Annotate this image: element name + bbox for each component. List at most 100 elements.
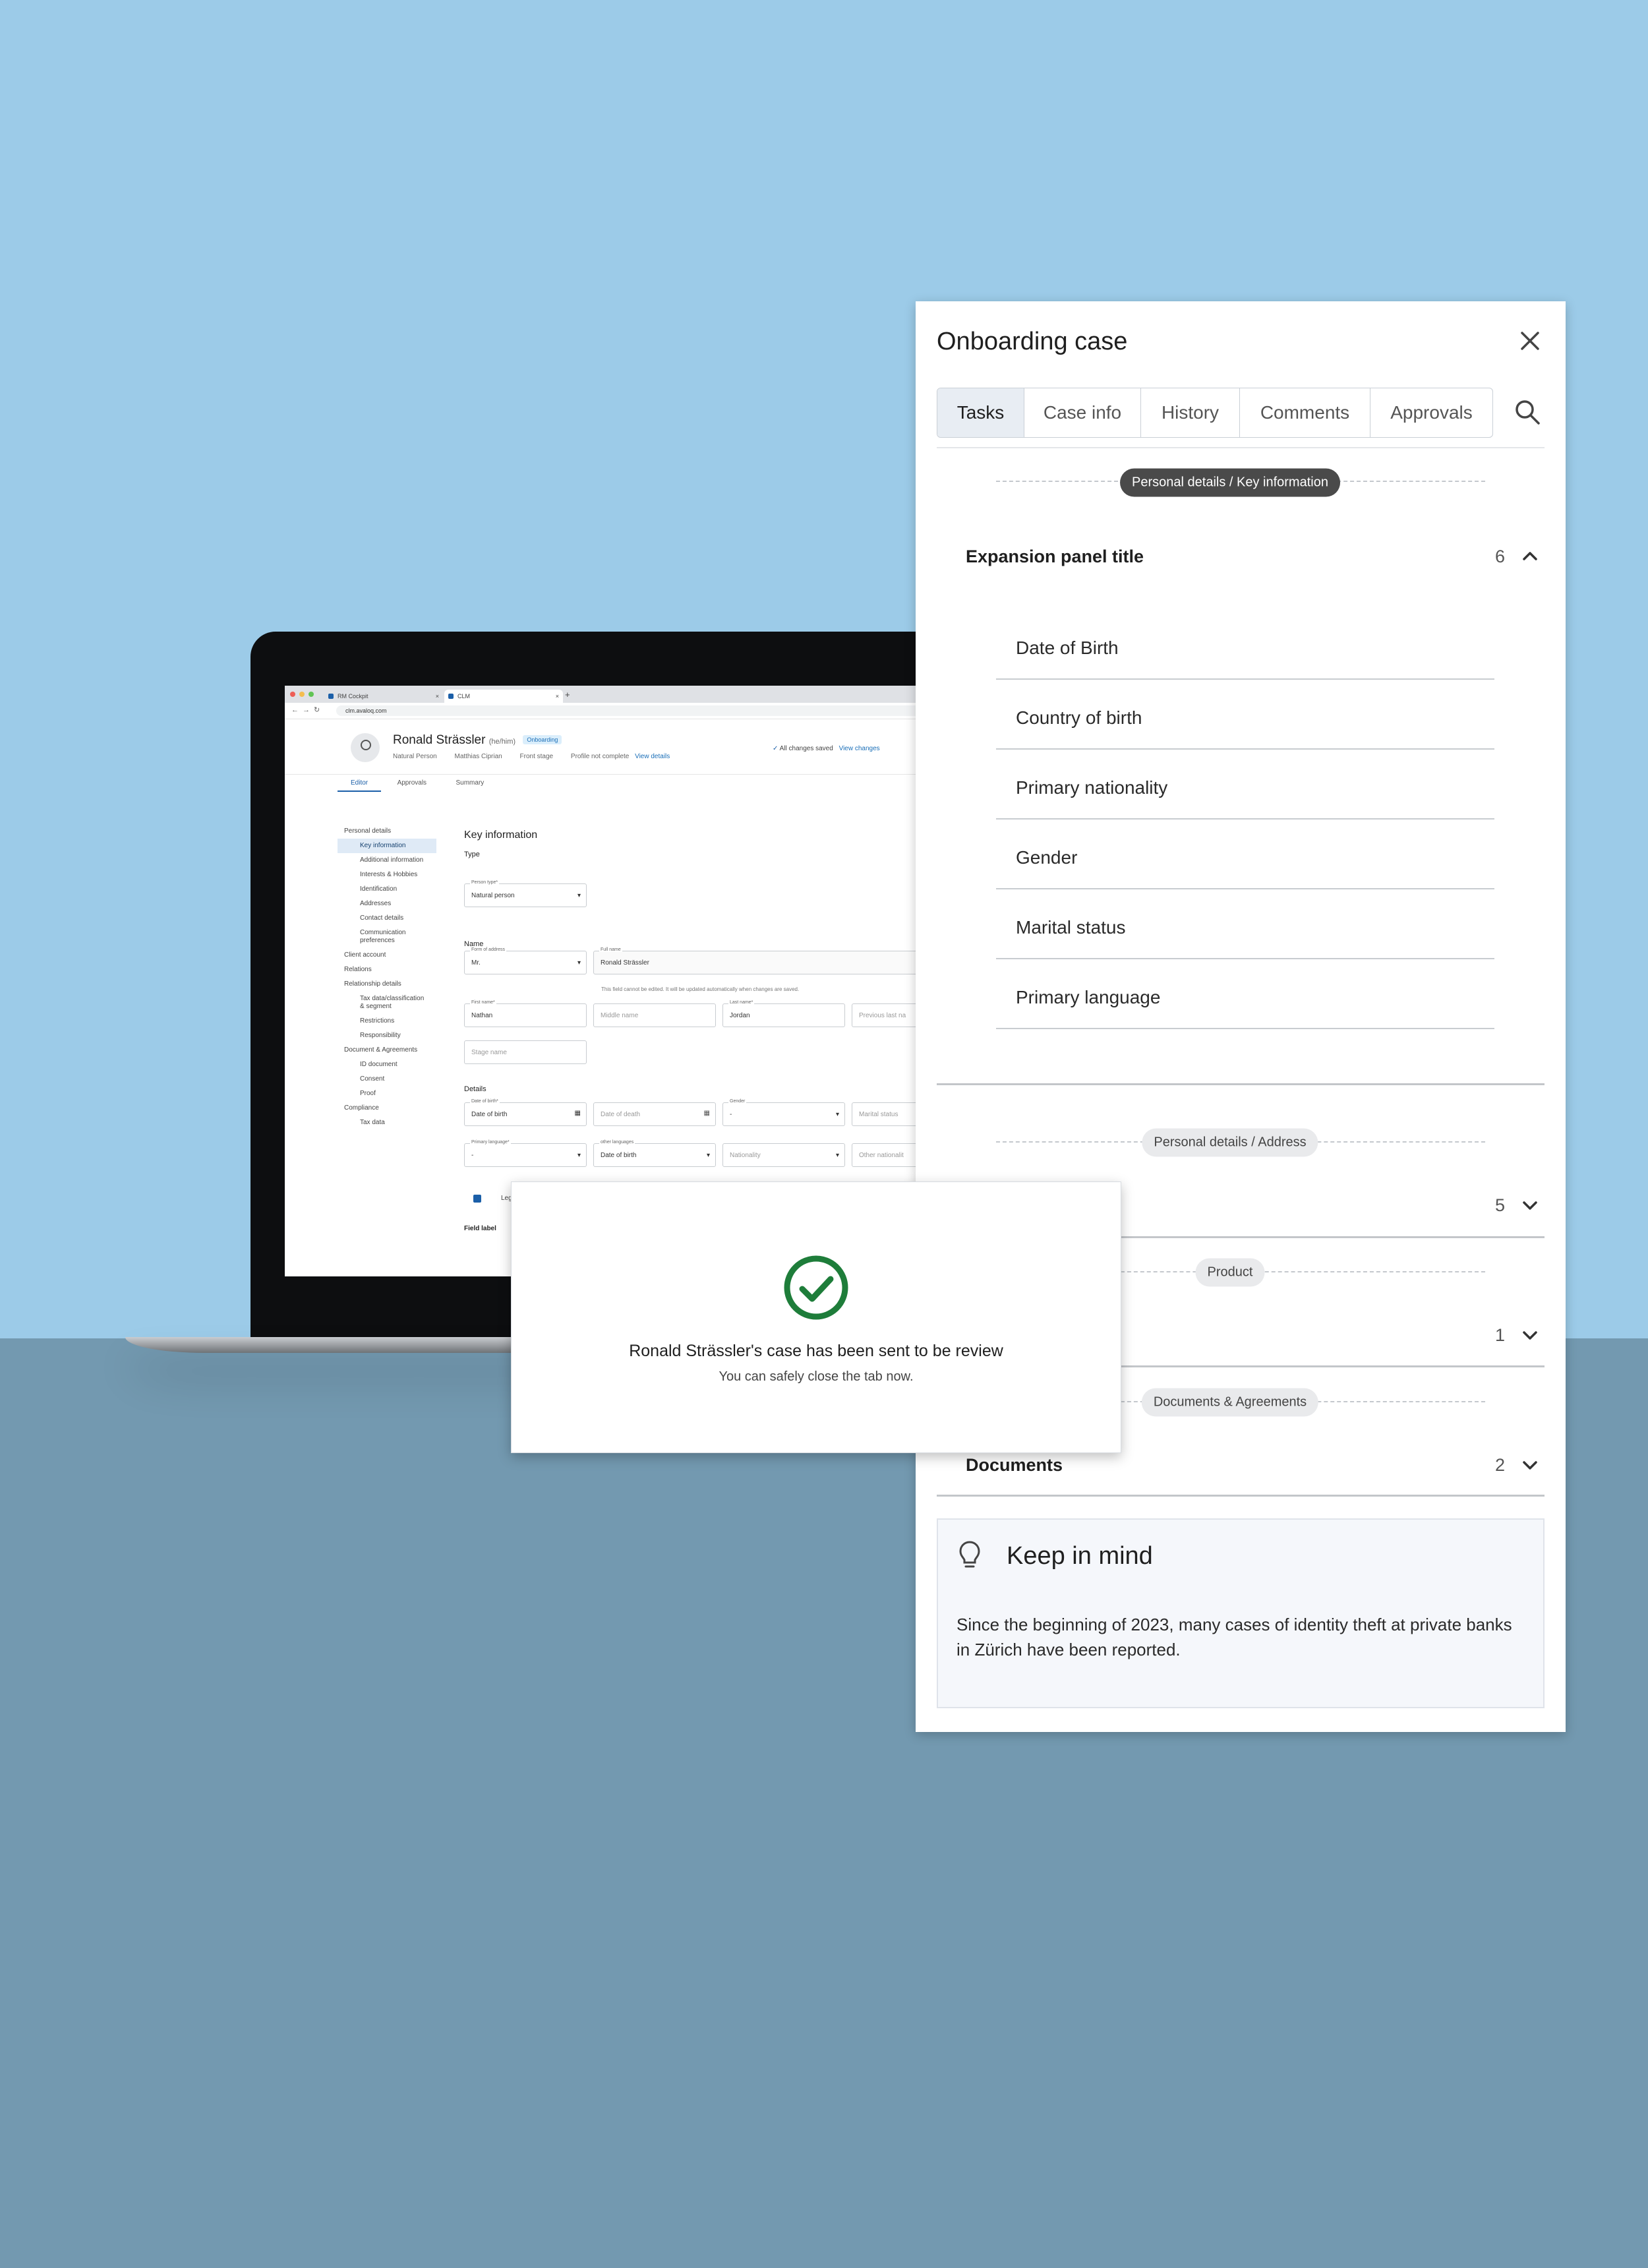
list-item[interactable]: Date of Birth bbox=[996, 611, 1494, 680]
client-header: Ronald Strässler (he/him) Onboarding Nat… bbox=[285, 719, 989, 775]
nav-compliance[interactable]: Compliance bbox=[338, 1101, 436, 1116]
window-close-dot[interactable] bbox=[290, 692, 295, 697]
tab-approvals[interactable]: Approvals bbox=[1370, 388, 1492, 437]
caret-down-icon: ▾ bbox=[706, 1152, 710, 1159]
expansion-panel-border bbox=[937, 1083, 1545, 1085]
nav-relationship-details[interactable]: Relationship details bbox=[338, 977, 436, 992]
last-name-field[interactable]: Last name* Jordan bbox=[722, 1000, 845, 1027]
nav-responsibility[interactable]: Responsibility bbox=[338, 1029, 436, 1043]
tab-close-icon[interactable]: × bbox=[436, 690, 439, 703]
side-navigation: Personal details Key information Additio… bbox=[338, 824, 436, 1130]
chevron-up-icon[interactable] bbox=[1521, 547, 1539, 565]
meta-advisor: Matthias Ciprian bbox=[454, 753, 502, 760]
nav-restrictions[interactable]: Restrictions bbox=[338, 1014, 436, 1029]
browser-tab-rm-cockpit[interactable]: RM Cockpit × bbox=[324, 690, 443, 703]
list-item[interactable]: Country of birth bbox=[996, 681, 1494, 750]
key-information-form: Key information Type bbox=[464, 829, 989, 858]
list-item[interactable]: Marital status bbox=[996, 891, 1494, 959]
chevron-down-icon[interactable] bbox=[1521, 1456, 1539, 1475]
section-chip-address: Personal details / Address bbox=[1142, 1128, 1318, 1157]
list-item[interactable]: Gender bbox=[996, 821, 1494, 889]
section-details: Details bbox=[464, 1085, 486, 1093]
status-badge: Onboarding bbox=[523, 735, 562, 744]
nav-id-document[interactable]: ID document bbox=[338, 1058, 436, 1072]
tab-editor[interactable]: Editor bbox=[338, 775, 382, 792]
nav-consent[interactable]: Consent bbox=[338, 1072, 436, 1087]
nav-key-information[interactable]: Key information bbox=[338, 839, 436, 853]
browser-nav-icons[interactable]: ←→↻ bbox=[291, 705, 324, 714]
nav-communication-preferences[interactable]: Communication preferences bbox=[338, 926, 436, 948]
date-of-birth-field[interactable]: Date of birth* Date of birth ▦ bbox=[464, 1099, 587, 1126]
tab-history[interactable]: History bbox=[1141, 388, 1240, 437]
section-chip-documents: Documents & Agreements bbox=[1141, 1388, 1319, 1417]
list-item[interactable]: Primary language bbox=[996, 961, 1494, 1029]
browser-tab-clm[interactable]: CLM × bbox=[444, 690, 563, 703]
nav-relations[interactable]: Relations bbox=[338, 963, 436, 977]
nav-contact-details[interactable]: Contact details bbox=[338, 911, 436, 926]
calendar-icon[interactable]: ▦ bbox=[704, 1110, 710, 1117]
nav-client-account[interactable]: Client account bbox=[338, 948, 436, 963]
success-dialog: Ronald Strässler's case has been sent to… bbox=[511, 1181, 1121, 1453]
nav-interests-hobbies[interactable]: Interests & Hobbies bbox=[338, 868, 436, 882]
new-tab-icon[interactable]: + bbox=[565, 690, 570, 700]
window-minimize-dot[interactable] bbox=[299, 692, 305, 697]
panel-title: Onboarding case bbox=[937, 328, 1128, 355]
nationality-select[interactable]: Nationality ▾ bbox=[722, 1143, 845, 1167]
nav-tax-data[interactable]: Tax data bbox=[338, 1116, 436, 1130]
pronoun: (he/him) bbox=[488, 738, 516, 746]
onboarding-case-panel: Onboarding case Tasks Case info History … bbox=[916, 301, 1566, 1732]
tab-approvals[interactable]: Approvals bbox=[384, 775, 440, 791]
expansion-panel-title-documents[interactable]: Documents bbox=[966, 1455, 1063, 1476]
address-bar: ←→↻ clm.avaloq.com bbox=[285, 703, 989, 719]
chevron-down-icon[interactable] bbox=[1521, 1327, 1539, 1345]
checkbox-checked[interactable] bbox=[473, 1195, 481, 1203]
nav-tax-data-classification[interactable]: Tax data/classification & segment bbox=[338, 992, 436, 1014]
primary-language-select[interactable]: Primary language* - ▾ bbox=[464, 1140, 587, 1167]
rm-cockpit-favicon-icon bbox=[328, 694, 334, 699]
nav-identification[interactable]: Identification bbox=[338, 882, 436, 897]
lightbulb-icon bbox=[959, 1541, 980, 1568]
panel-divider bbox=[937, 447, 1545, 448]
keep-in-mind-body: Since the beginning of 2023, many cases … bbox=[956, 1615, 1512, 1659]
first-name-field[interactable]: First name* Nathan bbox=[464, 1000, 587, 1027]
window-zoom-dot[interactable] bbox=[309, 692, 314, 697]
date-of-death-field[interactable]: Date of death ▦ bbox=[593, 1102, 716, 1126]
form-title: Key information bbox=[464, 829, 538, 841]
keep-in-mind-title: Keep in mind bbox=[1007, 1542, 1153, 1570]
check-circle-icon bbox=[784, 1255, 848, 1320]
tab-comments[interactable]: Comments bbox=[1240, 388, 1370, 437]
tab-summary[interactable]: Summary bbox=[443, 775, 498, 791]
tab-case-info[interactable]: Case info bbox=[1024, 388, 1141, 437]
nav-additional-information[interactable]: Additional information bbox=[338, 853, 436, 868]
dialog-subtitle: You can safely close the tab now. bbox=[719, 1369, 914, 1384]
search-icon[interactable] bbox=[1513, 398, 1542, 427]
person-type-select[interactable]: Person type* Natural person ▾ bbox=[464, 880, 587, 907]
url-field[interactable]: clm.avaloq.com bbox=[336, 705, 982, 716]
meta-person-type: Natural Person bbox=[393, 753, 437, 760]
tab-close-icon[interactable]: × bbox=[556, 690, 559, 703]
nav-addresses[interactable]: Addresses bbox=[338, 897, 436, 911]
stage-name-field[interactable]: Stage name bbox=[464, 1040, 587, 1064]
tab-tasks[interactable]: Tasks bbox=[937, 388, 1024, 437]
calendar-icon[interactable]: ▦ bbox=[575, 1110, 581, 1117]
meta-stage: Front stage bbox=[519, 753, 554, 760]
full-name-hint: This field cannot be edited. It will be … bbox=[601, 986, 800, 992]
list-item[interactable]: Primary nationality bbox=[996, 751, 1494, 820]
other-languages-select[interactable]: other languages Date of birth ▾ bbox=[593, 1140, 716, 1167]
caret-down-icon: ▾ bbox=[835, 1152, 839, 1159]
caret-down-icon: ▾ bbox=[577, 892, 581, 899]
form-of-address-select[interactable]: Form of address Mr. ▾ bbox=[464, 947, 587, 974]
nav-personal-details[interactable]: Personal details bbox=[338, 824, 436, 839]
gender-select[interactable]: Gender - ▾ bbox=[722, 1099, 845, 1126]
chevron-down-icon[interactable] bbox=[1521, 1197, 1539, 1215]
middle-name-field[interactable]: Middle name bbox=[593, 1003, 716, 1027]
close-icon[interactable] bbox=[1518, 329, 1542, 353]
clm-favicon-icon bbox=[448, 694, 454, 699]
field-label: Field label bbox=[464, 1225, 496, 1232]
caret-down-icon: ▾ bbox=[577, 1152, 581, 1159]
nav-document-agreements[interactable]: Document & Agreements bbox=[338, 1043, 436, 1058]
view-changes-link[interactable]: View changes bbox=[839, 745, 880, 752]
view-details-link[interactable]: View details bbox=[635, 753, 670, 760]
expansion-panel-title[interactable]: Expansion panel title bbox=[966, 547, 1144, 567]
nav-proof[interactable]: Proof bbox=[338, 1087, 436, 1101]
